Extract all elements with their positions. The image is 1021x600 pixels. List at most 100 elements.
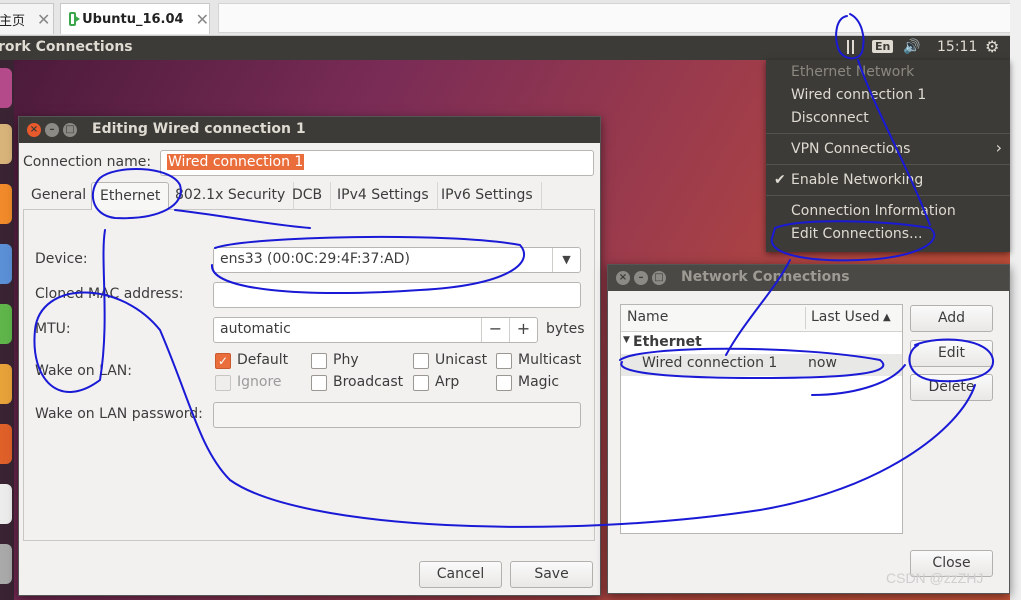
wol-magic-checkbox[interactable] [496, 375, 512, 391]
gear-icon[interactable]: ⚙ [985, 37, 999, 56]
close-icon[interactable]: × [616, 271, 630, 285]
maximize-icon[interactable]: □ [652, 271, 666, 285]
edit-button[interactable]: Edit [910, 340, 993, 367]
dialog-titlebar: × – □ Editing Wired connection 1 [19, 117, 600, 143]
wol-broadcast-checkbox[interactable] [311, 375, 327, 391]
wol-magic-label: Magic [518, 374, 560, 390]
wol-phy-checkbox[interactable] [311, 353, 327, 369]
browser-tab-ubuntu[interactable]: Ubuntu_16.04 ✕ [60, 3, 210, 34]
tab-general[interactable]: General [23, 182, 96, 210]
column-last-used[interactable]: Last Used [811, 309, 880, 325]
tab-8021x-security[interactable]: 802.1x Security [167, 182, 295, 210]
wol-password-label: Wake on LAN password: [35, 406, 203, 422]
launcher-dash-icon[interactable] [0, 68, 12, 108]
screen-right-edge [1010, 0, 1021, 600]
save-button[interactable]: Save [510, 561, 593, 588]
wol-arp-checkbox[interactable] [413, 375, 429, 391]
network-indicator-menu: Ethernet Network Wired connection 1 Disc… [766, 60, 1010, 252]
close-icon[interactable]: × [27, 123, 41, 137]
mtu-decrement-button[interactable]: − [481, 318, 509, 342]
launcher-amazon-icon[interactable] [0, 484, 12, 524]
launcher-files-icon[interactable] [0, 124, 12, 164]
chevron-down-icon[interactable]: ▼ [552, 248, 580, 272]
connection-name-cell: Wired connection 1 [642, 355, 778, 371]
dialog-title: Network Connections [681, 269, 850, 285]
menu-separator [766, 195, 1010, 196]
cloned-mac-input[interactable] [213, 282, 581, 308]
device-combo[interactable]: ens33 (00:0C:29:4F:37:AD) ▼ [213, 247, 581, 273]
tab-ipv6-settings[interactable]: IPv6 Settings [433, 182, 542, 210]
wol-ignore-checkbox[interactable] [215, 375, 231, 391]
panel-app-title: rork Connections [0, 39, 133, 55]
top-panel: rork Connections En 🔊 15:11 ⚙ [0, 36, 1010, 60]
column-separator [805, 307, 806, 329]
tab-dcb[interactable]: DCB [284, 182, 332, 210]
wol-ignore-label: Ignore [237, 374, 282, 390]
menu-item-edit-connections[interactable]: Edit Connections... [791, 226, 922, 242]
clock[interactable]: 15:11 [937, 39, 977, 55]
wol-broadcast-label: Broadcast [333, 374, 404, 390]
wol-multicast-checkbox[interactable] [496, 353, 512, 369]
minimize-icon[interactable]: – [634, 271, 648, 285]
column-name[interactable]: Name [627, 309, 668, 325]
wol-default-label: Default [237, 352, 289, 368]
watermark: CSDN @zzZHJ [886, 570, 984, 586]
add-button[interactable]: Add [910, 305, 993, 332]
launcher-software-icon[interactable] [0, 424, 12, 464]
table-row[interactable]: Wired connection 1 now [621, 354, 902, 376]
menu-header-ethernet-network: Ethernet Network [791, 64, 915, 80]
menu-item-enable-networking[interactable]: Enable Networking [791, 172, 923, 188]
connection-name-input[interactable]: Wired connection 1 [160, 150, 594, 176]
cancel-button[interactable]: Cancel [419, 561, 502, 588]
delete-button[interactable]: Delete [910, 374, 993, 401]
browser-tab-home[interactable]: 主页 ✕ [0, 3, 54, 34]
wol-unicast-label: Unicast [435, 352, 488, 368]
menu-item-disconnect[interactable]: Disconnect [791, 110, 869, 126]
menu-separator [766, 133, 1010, 134]
maximize-icon[interactable]: □ [63, 123, 77, 137]
keyboard-layout-indicator[interactable]: En [872, 40, 894, 53]
close-icon[interactable]: ✕ [196, 10, 209, 29]
tab-ipv4-settings[interactable]: IPv4 Settings [329, 182, 438, 210]
wol-password-input[interactable] [213, 402, 581, 428]
vm-icon [69, 12, 81, 26]
device-value: ens33 (00:0C:29:4F:37:AD) [220, 251, 410, 267]
wol-unicast-checkbox[interactable] [413, 353, 429, 369]
expander-icon[interactable]: ▼ [623, 335, 630, 345]
menu-separator [766, 164, 1010, 165]
sort-ascending-icon: ▲ [883, 312, 891, 323]
mtu-increment-button[interactable]: + [509, 318, 537, 342]
launcher-impress-icon[interactable] [0, 364, 12, 404]
minimize-icon[interactable]: – [45, 123, 59, 137]
launcher-writer-icon[interactable] [0, 244, 12, 284]
wol-phy-label: Phy [333, 352, 359, 368]
menu-item-wired-connection[interactable]: Wired connection 1 [791, 87, 926, 103]
launcher-firefox-icon[interactable] [0, 184, 12, 224]
list-group-ethernet[interactable]: ▼ Ethernet [621, 333, 902, 355]
check-icon: ✔ [774, 172, 786, 188]
launcher-settings-icon[interactable] [0, 544, 12, 584]
mtu-unit: bytes [546, 321, 585, 337]
browser-tab-label: Ubuntu_16.04 [82, 11, 184, 27]
mtu-label: MTU: [35, 321, 71, 337]
mtu-spinbutton[interactable]: automatic − + [213, 317, 538, 343]
dialog-titlebar: × – □ Network Connections [608, 265, 1009, 291]
menu-item-connection-information[interactable]: Connection Information [791, 203, 956, 219]
wol-default-checkbox[interactable]: ✓ [215, 353, 231, 369]
device-label: Device: [35, 251, 88, 267]
menu-item-vpn-connections[interactable]: VPN Connections [791, 141, 910, 157]
wol-arp-label: Arp [435, 374, 460, 390]
dialog-title: Editing Wired connection 1 [92, 121, 306, 137]
wake-on-lan-label: Wake on LAN: [35, 363, 132, 379]
chevron-right-icon: › [995, 138, 1002, 157]
mtu-value: automatic [220, 321, 291, 337]
close-icon[interactable]: ✕ [37, 10, 50, 29]
list-header: Name Last Used ▲ [621, 305, 902, 332]
tab-ethernet[interactable]: Ethernet [91, 182, 170, 210]
wol-multicast-label: Multicast [518, 352, 582, 368]
network-indicator-icon[interactable] [842, 40, 860, 56]
cloned-mac-label: Cloned MAC address: [35, 286, 184, 302]
speaker-icon[interactable]: 🔊 [903, 39, 920, 55]
browser-tabstrip: 主页 ✕ Ubuntu_16.04 ✕ [0, 0, 1021, 36]
launcher-calc-icon[interactable] [0, 304, 12, 344]
